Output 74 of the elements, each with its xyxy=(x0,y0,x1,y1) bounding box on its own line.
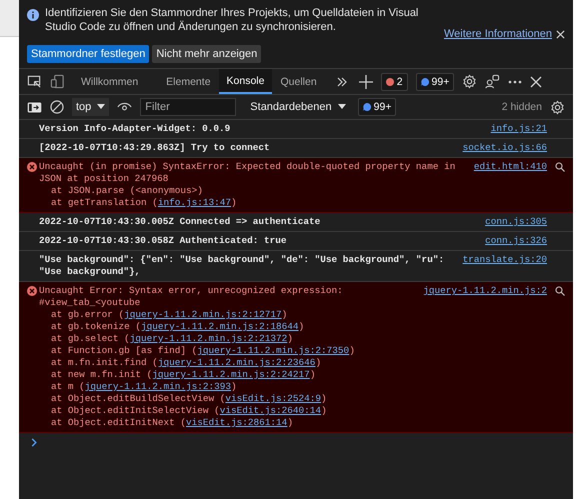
settings-icon[interactable] xyxy=(550,100,565,114)
device-icon[interactable] xyxy=(50,74,65,89)
search-icon[interactable] xyxy=(555,286,565,296)
source-link[interactable]: jquery-1.11.2.min.js:2:393 xyxy=(84,381,232,392)
source-link[interactable]: visEdit.js:2861:14 xyxy=(186,417,288,428)
tab[interactable]: Konsole xyxy=(218,69,272,94)
stack-frame: at getTranslation (info.js:13:47) xyxy=(27,197,460,209)
caret-icon xyxy=(338,104,346,110)
stack-frame: at Object.editBuildSelectView (visEdit.js:2524:9) xyxy=(27,393,410,405)
inspect-icon[interactable] xyxy=(27,74,42,89)
dismiss-button[interactable]: Nicht mehr anzeigen xyxy=(152,45,262,63)
message-icon xyxy=(362,103,371,111)
close-icon[interactable] xyxy=(556,30,565,38)
chevrons-icon[interactable] xyxy=(336,76,347,86)
log-text: [2022-10-07T10:43:29.863Z] Try to connect xyxy=(39,142,270,154)
levels-dropdown[interactable]: Standardebenen xyxy=(250,101,346,113)
search-icon[interactable] xyxy=(555,162,565,172)
settings-icon[interactable] xyxy=(462,74,478,89)
context-dropdown[interactable]: top xyxy=(72,98,110,116)
source-link[interactable]: jquery-1.11.2.min.js:2:21372 xyxy=(130,333,288,344)
message-counter[interactable]: 99+ xyxy=(358,98,396,116)
filter-field[interactable]: Filter xyxy=(140,98,236,116)
source-link[interactable]: conn.js:305 xyxy=(485,216,547,228)
stack-frame: at gb.tokenize (jquery-1.11.2.min.js:2:18644) xyxy=(27,321,410,333)
message-icon xyxy=(420,78,429,86)
people-icon[interactable] xyxy=(485,74,500,89)
stack-frame: at gb.select (jquery-1.11.2.min.js:2:21372) xyxy=(27,333,410,345)
set-root-folder-button[interactable]: Stammordner festlegen xyxy=(27,45,150,63)
stack-frame: at gb.error (jquery-1.11.2.min.js:2:12717) xyxy=(27,309,410,321)
source-link[interactable]: jquery-1.11.2.min.js:2:23646 xyxy=(158,357,316,368)
source-link[interactable]: info.js:13:47 xyxy=(158,197,232,208)
log-text: 2022-10-07T10:43:30.058Z Authenticated: true xyxy=(39,235,287,247)
tab[interactable]: Elemente xyxy=(158,69,219,94)
source-link[interactable]: socket.io.js:66 xyxy=(462,142,547,154)
hidden-count: 2 hidden xyxy=(502,101,542,113)
source-link[interactable]: jquery-1.11.2.min.js:2:24217 xyxy=(152,369,310,380)
source-link[interactable]: visEdit.js:2524:9 xyxy=(225,393,322,404)
log-text: 2022-10-07T10:43:30.005Z Connected => authenticate xyxy=(39,216,320,228)
source-link[interactable]: conn.js:326 xyxy=(485,235,547,247)
source-link[interactable]: info.js:21 xyxy=(490,123,547,135)
stack-frame: at Object.editInitSelectView (visEdit.js:2640:14) xyxy=(27,405,410,417)
plus-icon[interactable] xyxy=(358,74,373,88)
error-icon xyxy=(27,286,37,296)
info-message: Identifizieren Sie den Stammordner Ihres Projekts, um Quelldateien in Visual Studio Code zu öffnen und Änderungen zu synchronisieren. xyxy=(45,6,420,34)
sidebar-icon[interactable] xyxy=(27,102,42,112)
stack-frame: at m (jquery-1.11.2.min.js:2:393) xyxy=(27,381,410,393)
message-counter[interactable]: 99+ xyxy=(416,72,454,90)
log-text: "Use background": {"en": "Use background", "de": "Use background", "ru": "Use background"}, xyxy=(39,254,446,278)
source-link[interactable]: jquery-1.11.2.min.js:2:7350 xyxy=(197,345,350,356)
error-icon xyxy=(27,162,37,172)
tab[interactable]: Quellen xyxy=(272,69,325,94)
source-link[interactable]: visEdit.js:2640:14 xyxy=(220,405,322,416)
caret-icon xyxy=(97,104,106,110)
close-icon[interactable] xyxy=(530,76,542,88)
source-link[interactable]: translate.js:20 xyxy=(462,254,547,266)
source-link[interactable]: jquery-1.11.2.min.js:2:18644 xyxy=(141,321,299,332)
clear-icon[interactable] xyxy=(50,100,64,114)
error-icon xyxy=(386,78,394,86)
error-counter[interactable]: 2 xyxy=(380,72,408,90)
tab[interactable]: Willkommen xyxy=(73,69,146,94)
source-link[interactable]: edit.html:410 xyxy=(474,161,547,173)
stack-frame: at new m.fn.init (jquery-1.11.2.min.js:2:24217) xyxy=(27,369,410,381)
stack-frame: at JSON.parse (<anonymous>) xyxy=(27,185,460,197)
source-link[interactable]: jquery-1.11.2.min.js:2 xyxy=(423,285,547,297)
stack-frame: at Object.editInitNext (visEdit.js:2861:14) xyxy=(27,417,410,429)
more-info-link[interactable]: Weitere Informationen xyxy=(444,28,552,40)
prompt-icon[interactable] xyxy=(31,438,37,447)
source-link[interactable]: jquery-1.11.2.min.js:2:12717 xyxy=(124,309,282,320)
more-icon[interactable] xyxy=(508,80,522,84)
stack-frame: at Function.gb [as find] (jquery-1.11.2.min.js:2:7350) xyxy=(27,345,410,357)
stack-frame: at m.fn.init.find (jquery-1.11.2.min.js:2:23646) xyxy=(27,357,410,369)
info-icon xyxy=(27,9,39,21)
eye-icon[interactable] xyxy=(117,102,132,112)
log-text: Version Info-Adapter-Widget: 0.0.9 xyxy=(39,123,230,135)
